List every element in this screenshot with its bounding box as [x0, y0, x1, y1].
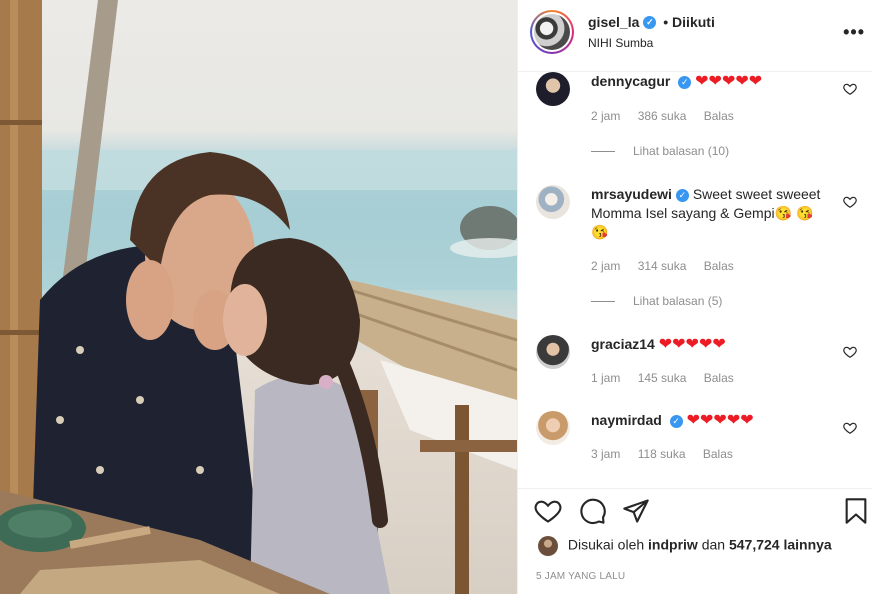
post-header: gisel_la ✓ • Diikuti NIHI Sumba •••: [518, 0, 872, 72]
likes-middle: dan: [701, 536, 726, 553]
comment-likes[interactable]: 145 suka: [638, 371, 687, 385]
liker-avatar[interactable]: [538, 536, 558, 556]
verified-badge-icon: ✓: [678, 75, 692, 89]
commenter-avatar[interactable]: [536, 335, 570, 369]
author-username[interactable]: gisel_la: [588, 14, 639, 30]
comment-like-heart-icon[interactable]: [843, 345, 857, 359]
comment-body: naymirdad ✓ ❤❤❤❤❤: [591, 411, 821, 430]
comment-likes[interactable]: 118 suka: [638, 447, 686, 461]
post-timestamp[interactable]: 5 JAM YANG LALU: [536, 571, 625, 582]
post-side-panel: gisel_la ✓ • Diikuti NIHI Sumba ••• denny…: [517, 0, 872, 594]
comment-time[interactable]: 2 jam: [591, 109, 620, 123]
verified-badge-icon: ✓: [675, 188, 689, 202]
replies-divider: [591, 151, 615, 153]
verified-badge-icon: ✓: [643, 15, 657, 29]
comment-like-heart-icon[interactable]: [843, 195, 857, 209]
comment-like-heart-icon[interactable]: [843, 421, 857, 435]
commenter-username[interactable]: graciaz14: [591, 336, 655, 352]
share-icon[interactable]: [622, 497, 650, 525]
comment-like-heart-icon[interactable]: [843, 82, 857, 96]
likes-count-button[interactable]: 547,724 lainnya: [729, 537, 832, 553]
reply-button[interactable]: Balas: [704, 109, 734, 123]
reply-button[interactable]: Balas: [704, 259, 734, 273]
commenter-username[interactable]: naymirdad: [591, 412, 662, 428]
commenter-avatar[interactable]: [536, 185, 570, 219]
comment-text: ❤❤❤❤❤: [658, 336, 726, 353]
comment-icon[interactable]: [579, 497, 607, 525]
comment-likes[interactable]: 314 suka: [638, 259, 687, 273]
verified-badge-icon: ✓: [669, 414, 683, 428]
comment-time[interactable]: 3 jam: [591, 447, 620, 461]
author-avatar[interactable]: [530, 10, 574, 54]
more-options-icon[interactable]: •••: [843, 22, 865, 43]
view-replies-button[interactable]: Lihat balasan (5): [591, 294, 722, 308]
view-replies-label: Lihat balasan (5): [633, 294, 723, 308]
comment-body: dennycagur ✓ ❤❤❤❤❤: [591, 72, 821, 91]
view-replies-button[interactable]: Lihat balasan (10): [591, 144, 729, 158]
comment-meta: 2 jam 386 suka Balas: [591, 109, 748, 123]
view-replies-label: Lihat balasan (10): [633, 144, 730, 158]
comments-list[interactable]: dennycagur ✓ ❤❤❤❤❤ 2 jam 386 suka Balas …: [518, 72, 872, 488]
comment-meta: 1 jam 145 suka Balas: [591, 371, 748, 385]
comment-time[interactable]: 1 jam: [591, 371, 620, 385]
replies-divider: [591, 301, 615, 303]
author-info: gisel_la ✓ • Diikuti: [588, 13, 715, 30]
bookmark-icon[interactable]: [842, 497, 870, 525]
comment-text: ❤❤❤❤❤: [686, 412, 754, 429]
post-photo-illustration: [0, 0, 517, 594]
likes-summary: Disukai oleh indpriw dan 547,724 lainnya: [538, 536, 832, 556]
commenter-avatar[interactable]: [536, 72, 570, 106]
follow-status-button[interactable]: • Diikuti: [663, 14, 715, 30]
commenter-avatar[interactable]: [536, 411, 570, 445]
reply-button[interactable]: Balas: [703, 447, 733, 461]
post-location[interactable]: NIHI Sumba: [588, 36, 653, 50]
likes-prefix: Disukai oleh: [567, 536, 645, 553]
heart-icon[interactable]: [534, 497, 562, 525]
comment-meta: 2 jam 314 suka Balas: [591, 259, 748, 273]
post-actions: Disukai oleh indpriw dan 547,724 lainnya…: [518, 488, 872, 594]
comment-body: mrsayudewi ✓ Sweet sweet sweeet Momma Ise…: [591, 185, 821, 242]
reply-button[interactable]: Balas: [704, 371, 734, 385]
liker-username[interactable]: indpriw: [648, 537, 698, 553]
commenter-username[interactable]: dennycagur: [591, 73, 670, 89]
comment-likes[interactable]: 386 suka: [638, 109, 687, 123]
comment-body: graciaz14 ❤❤❤❤❤: [591, 335, 821, 354]
comment-text: ❤❤❤❤❤: [695, 73, 763, 90]
commenter-username[interactable]: mrsayudewi: [591, 186, 672, 202]
comment-time[interactable]: 2 jam: [591, 259, 620, 273]
post-photo[interactable]: [0, 0, 517, 594]
comment-meta: 3 jam 118 suka Balas: [591, 447, 747, 461]
